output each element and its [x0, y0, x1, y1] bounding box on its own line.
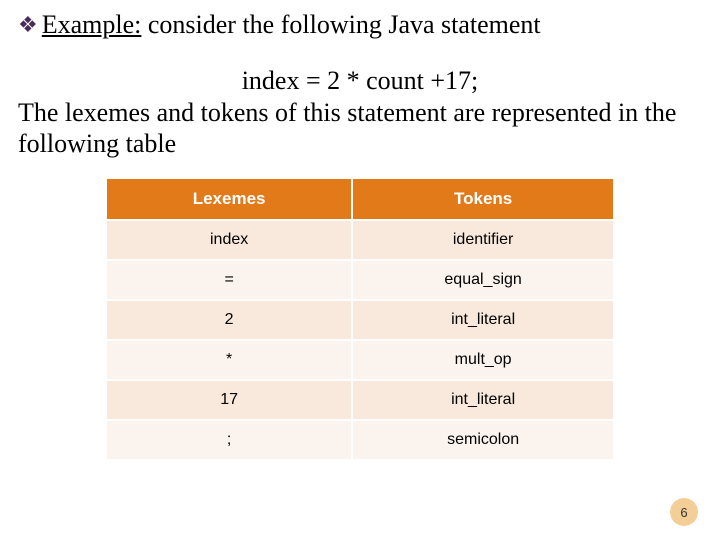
table-header-tokens: Tokens: [353, 179, 613, 219]
table-cell: ;: [107, 421, 351, 459]
table-cell: =: [107, 261, 351, 299]
table-cell: index: [107, 221, 351, 259]
table-row: ;semicolon: [107, 421, 613, 459]
table-cell: mult_op: [353, 341, 613, 379]
code-statement: index = 2 * count +17;: [18, 66, 702, 96]
table-header-lexemes: Lexemes: [107, 179, 351, 219]
table-row: *mult_op: [107, 341, 613, 379]
diamond-bullet-icon: ❖: [18, 12, 38, 38]
table-row: =equal_sign: [107, 261, 613, 299]
table-row: 17int_literal: [107, 381, 613, 419]
table-row: indexidentifier: [107, 221, 613, 259]
heading: ❖ Example: consider the following Java s…: [18, 10, 702, 40]
table-row: 2int_literal: [107, 301, 613, 339]
table-cell: 17: [107, 381, 351, 419]
table-cell: *: [107, 341, 351, 379]
page-number: 6: [670, 498, 698, 526]
lexeme-token-table: Lexemes Tokens indexidentifier=equal_sig…: [105, 177, 615, 461]
table-cell: int_literal: [353, 301, 613, 339]
table-cell: equal_sign: [353, 261, 613, 299]
description: The lexemes and tokens of this statement…: [18, 98, 702, 159]
table-cell: int_literal: [353, 381, 613, 419]
heading-rest: consider the following Java statement: [141, 10, 540, 39]
example-label: Example:: [42, 10, 142, 39]
table-cell: 2: [107, 301, 351, 339]
table-cell: identifier: [353, 221, 613, 259]
table-cell: semicolon: [353, 421, 613, 459]
